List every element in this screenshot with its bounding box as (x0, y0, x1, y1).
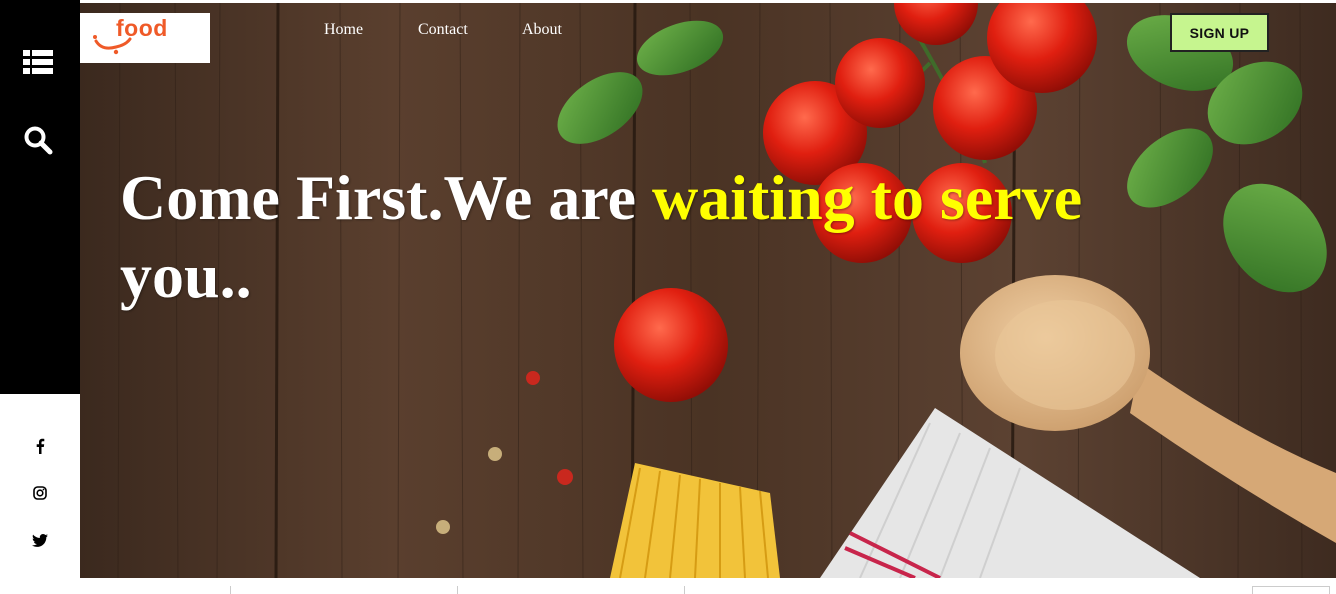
hero-banner: food Home Contact About SIGN UP Come Fir… (80, 3, 1336, 578)
nav-about[interactable]: About (522, 21, 562, 39)
sidebar (0, 0, 80, 394)
search-icon[interactable] (23, 125, 53, 155)
headline-end-text: you.. (120, 240, 252, 311)
nav-home[interactable]: Home (324, 21, 363, 39)
social-bar (0, 394, 80, 578)
strip-divider (457, 586, 458, 594)
instagram-icon[interactable] (33, 486, 47, 500)
headline-white-text: Come First.We are (120, 162, 652, 233)
signup-button[interactable]: SIGN UP (1170, 13, 1269, 52)
logo[interactable]: food (80, 13, 210, 63)
hero-headline: Come First.We are waiting to serve you.. (120, 159, 1160, 315)
logo-text: food (116, 15, 168, 41)
headline-highlight-text: waiting to serve (651, 162, 1083, 233)
strip-divider (230, 586, 231, 594)
nav-contact[interactable]: Contact (418, 21, 468, 39)
strip-divider (684, 586, 685, 594)
strip-box (1252, 586, 1330, 594)
twitter-icon[interactable] (32, 534, 48, 547)
facebook-icon[interactable] (35, 438, 45, 454)
list-icon[interactable] (23, 49, 53, 75)
bottom-strip (0, 578, 1336, 594)
